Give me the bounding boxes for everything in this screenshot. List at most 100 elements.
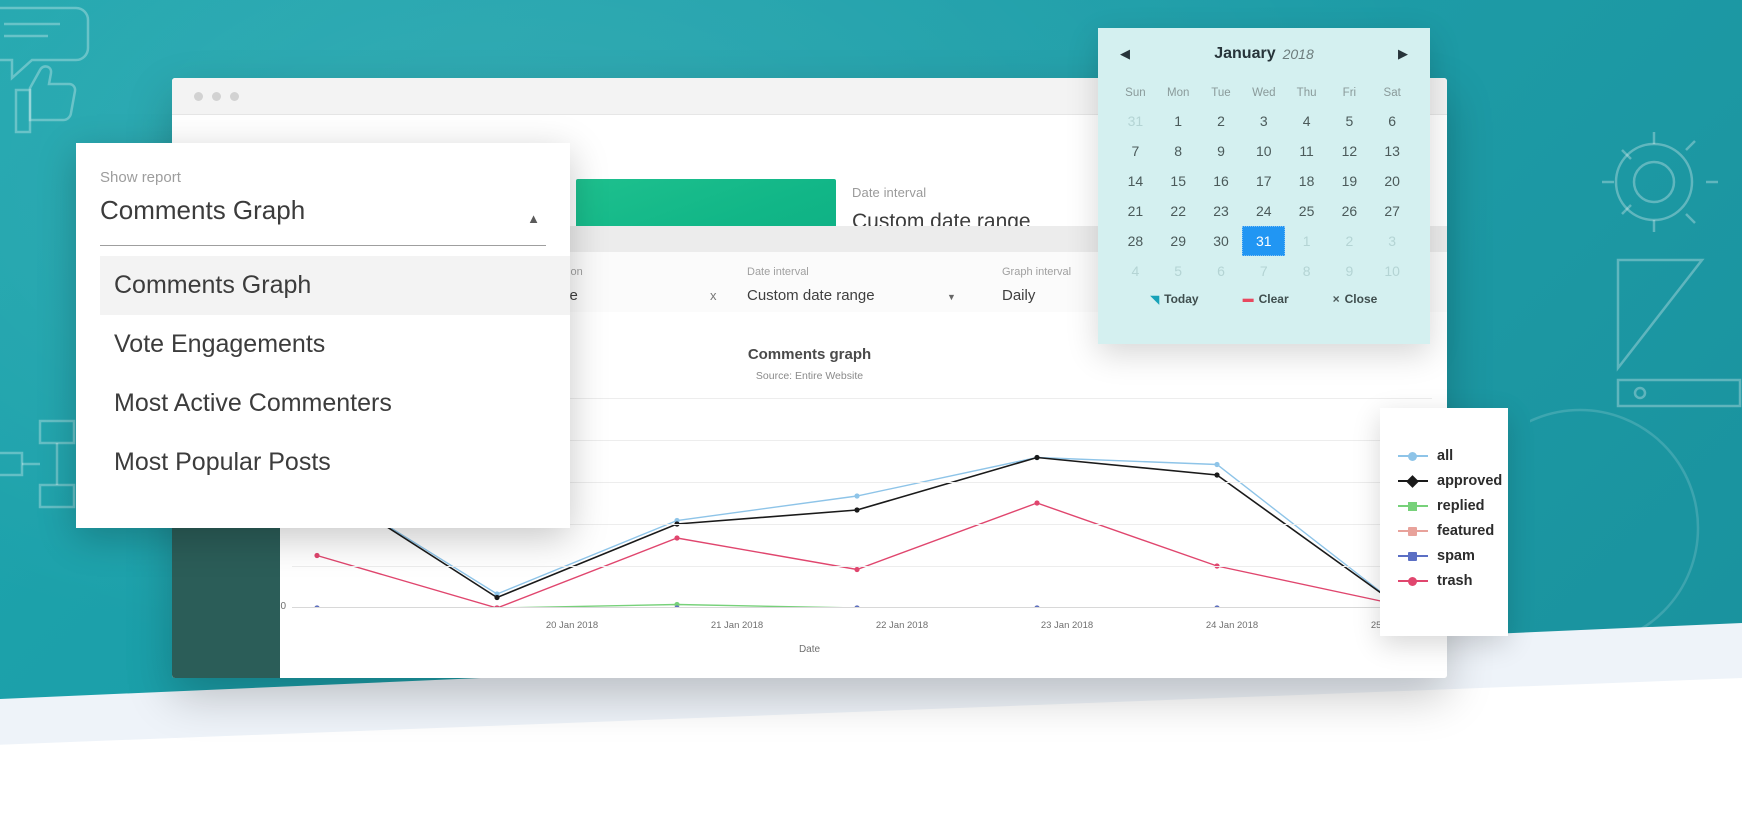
calendar-grid: Sun Mon Tue Wed Thu Fri Sat 31 1 2 3 4 5 6 7 8 9 1… [1098,80,1430,286]
calendar-month-label: January [1214,45,1276,62]
calendar-day[interactable]: 8 [1285,256,1328,286]
calendar-week-row: 4 5 6 7 8 9 10 [1114,256,1414,286]
calendar-day[interactable]: 19 [1328,166,1371,196]
calendar-day-selected[interactable]: 31 [1242,226,1286,256]
calendar-day[interactable]: 8 [1157,136,1200,166]
calendar-day[interactable]: 11 [1285,136,1328,166]
calendar-dow-wed: Wed [1252,87,1276,99]
dropdown-option-vote-engagements[interactable]: Vote Engagements [100,315,570,374]
calendar-day[interactable]: 4 [1114,256,1157,286]
gear-icon [1602,132,1718,232]
calendar-clear-label: Clear [1258,292,1289,306]
calendar-year-label: 2018 [1282,46,1314,62]
calendar-clear-button[interactable]: ▬ Clear [1243,292,1289,306]
calendar-day[interactable]: 9 [1328,256,1371,286]
calendar-day[interactable]: 1 [1285,226,1328,256]
calendar-day[interactable]: 12 [1328,136,1371,166]
calendar-week-row: 28 29 30 31 1 2 3 [1114,226,1414,256]
legend-item[interactable]: trash [1398,573,1508,589]
calendar-day[interactable]: 7 [1114,136,1157,166]
calendar-day[interactable]: 17 [1242,166,1285,196]
show-report-option-list: Comments Graph Vote Engagements Most Act… [100,256,570,492]
calendar-week-row: 21 22 23 24 25 26 27 [1114,196,1414,226]
control-source-value: ite [562,287,732,304]
calendar-close-button[interactable]: × Close [1333,292,1378,306]
legend-marker-circle-icon [1398,450,1428,462]
calendar-day[interactable]: 9 [1200,136,1243,166]
show-report-label: Show report [100,169,181,186]
calendar-next-month-icon[interactable]: ▶ [1398,46,1408,62]
calendar-day[interactable]: 23 [1200,196,1243,226]
legend-item[interactable]: spam [1398,548,1508,564]
legend-item[interactable]: approved [1398,473,1508,489]
chart-point-approved [1034,454,1040,461]
legend-item[interactable]: replied [1398,498,1508,514]
calendar-day[interactable]: 2 [1328,226,1371,256]
calendar-day[interactable]: 3 [1371,226,1414,256]
show-report-dropdown[interactable]: Show report Comments Graph ▲ Comments Gr… [76,143,570,528]
chart-point-all [854,493,860,499]
calendar-day[interactable]: 6 [1371,106,1414,136]
calendar-week-row: 14 15 16 17 18 19 20 [1114,166,1414,196]
calendar-day[interactable]: 27 [1371,196,1414,226]
legend-label: spam [1437,548,1475,564]
calendar-today-button[interactable]: ◥ Today [1151,292,1199,306]
calendar-day[interactable]: 10 [1242,136,1285,166]
calendar-day[interactable]: 21 [1114,196,1157,226]
calendar-day[interactable]: 31 [1114,106,1157,136]
date-picker-calendar[interactable]: ◀ January 2018 ▶ Sun Mon Tue Wed Thu Fri… [1098,28,1430,344]
calendar-day[interactable]: 7 [1242,256,1285,286]
calendar-day[interactable]: 20 [1371,166,1414,196]
control-date-interval-label: Date interval [747,266,809,278]
calendar-day[interactable]: 28 [1114,226,1157,256]
window-dot-close[interactable] [194,91,203,101]
calendar-day[interactable]: 18 [1285,166,1328,196]
chart-point-all [1214,461,1220,468]
dropdown-option-comments-graph[interactable]: Comments Graph [100,256,570,315]
calendar-day[interactable]: 29 [1157,226,1200,256]
x-tick-0: 20 Jan 2018 [545,620,599,631]
calendar-day[interactable]: 16 [1200,166,1243,196]
x-tick-1: 21 Jan 2018 [710,620,764,631]
calendar-dow-thu: Thu [1296,87,1317,99]
calendar-day[interactable]: 5 [1157,256,1200,286]
calendar-day[interactable]: 30 [1200,226,1243,256]
dropdown-option-most-active-commenters[interactable]: Most Active Commenters [100,374,570,433]
x-tick-2: 22 Jan 2018 [875,620,929,631]
control-source-label: s on [562,266,583,278]
clear-source-icon[interactable]: x [710,288,717,303]
legend-label: replied [1437,498,1485,514]
chevron-down-icon[interactable]: ▼ [947,292,956,302]
calendar-day[interactable]: 15 [1157,166,1200,196]
show-report-selected-value: Comments Graph [100,195,306,225]
calendar-day[interactable]: 24 [1242,196,1285,226]
calendar-day[interactable]: 13 [1371,136,1414,166]
window-dot-maximize[interactable] [230,91,239,101]
control-source[interactable]: s on ite x [562,266,732,304]
chart-legend: all approved replied featured spam trash [1380,408,1508,636]
calendar-day[interactable]: 26 [1328,196,1371,226]
dropdown-option-most-popular-posts[interactable]: Most Popular Posts [100,433,570,492]
calendar-day[interactable]: 14 [1114,166,1157,196]
calendar-dow-sun: Sun [1125,87,1146,99]
chart-point-approved [854,507,860,513]
calendar-day[interactable]: 25 [1285,196,1328,226]
calendar-day[interactable]: 10 [1371,256,1414,286]
calendar-day[interactable]: 6 [1200,256,1243,286]
calendar-prev-month-icon[interactable]: ◀ [1120,46,1130,62]
calendar-day[interactable]: 5 [1328,106,1371,136]
calendar-day[interactable]: 1 [1157,106,1200,136]
calendar-day[interactable]: 22 [1157,196,1200,226]
chevron-up-icon[interactable]: ▲ [527,211,540,226]
legend-label: trash [1437,573,1473,589]
calendar-close-label: Close [1344,292,1378,306]
control-date-interval[interactable]: Date interval Custom date range ▼ [747,266,962,304]
legend-marker-circle-icon [1398,575,1428,587]
calendar-day[interactable]: 4 [1285,106,1328,136]
legend-item[interactable]: all [1398,448,1508,464]
legend-item[interactable]: featured [1398,523,1508,539]
window-dot-minimize[interactable] [212,91,221,101]
calendar-day[interactable]: 2 [1200,106,1243,136]
calendar-day[interactable]: 3 [1242,106,1285,136]
legend-label: featured [1437,523,1495,539]
